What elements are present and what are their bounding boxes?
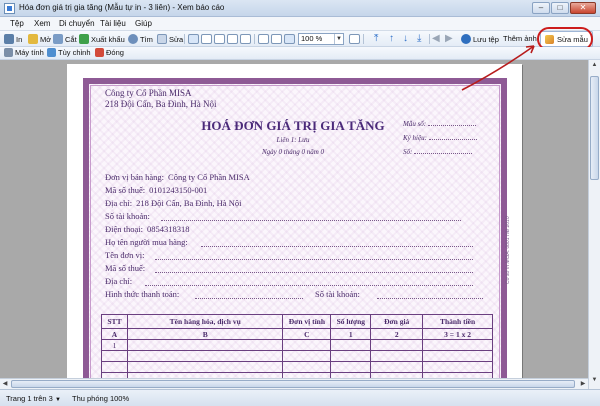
arrow-line [461,45,535,91]
annotation-arrow [461,45,535,91]
